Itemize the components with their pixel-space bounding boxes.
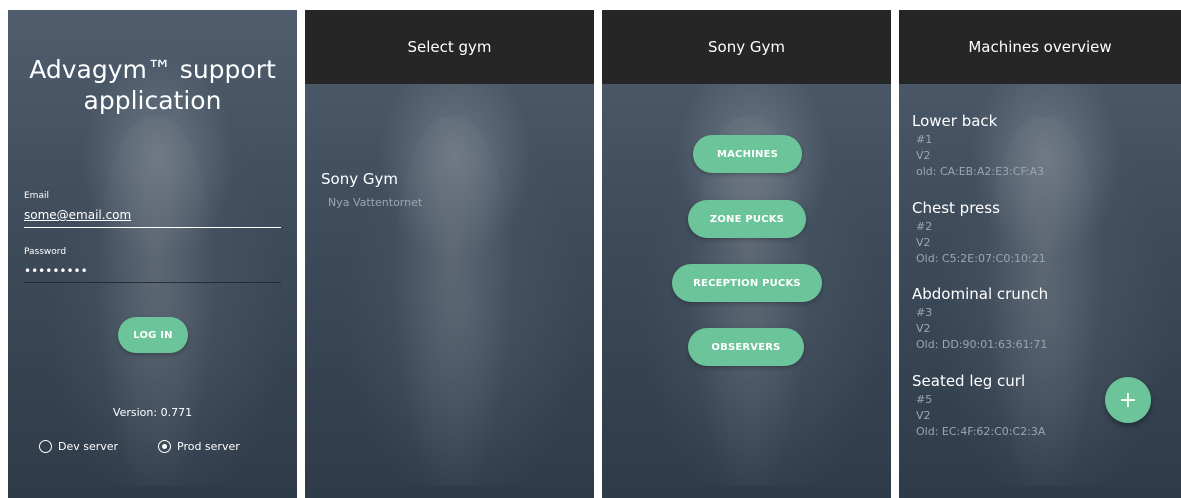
zone-pucks-button[interactable]: ZONE PUCKS bbox=[688, 200, 806, 238]
select-gym-title: Select gym bbox=[407, 38, 492, 56]
machine-old-address: Old: DD:90:01:63:61:71 bbox=[916, 338, 1048, 351]
machine-item[interactable]: Seated leg curl #5 V2 Old: EC:4F:62:C0:C… bbox=[912, 372, 1045, 440]
plus-icon: + bbox=[1118, 387, 1138, 413]
password-label: Password bbox=[24, 247, 67, 257]
password-underline bbox=[24, 282, 281, 283]
dev-server-label: Dev server bbox=[58, 440, 119, 453]
machine-version: V2 bbox=[916, 322, 931, 335]
gym-menu-title: Sony Gym bbox=[708, 38, 785, 56]
prod-server-option[interactable]: Prod server bbox=[158, 436, 240, 455]
gym-menu-screen: Sony Gym MACHINES ZONE PUCKS RECEPTION P… bbox=[602, 10, 891, 498]
machines-title: Machines overview bbox=[968, 38, 1112, 56]
machine-name: Seated leg curl bbox=[912, 372, 1026, 390]
machine-number: #2 bbox=[916, 220, 933, 233]
machine-item[interactable]: Abdominal crunch #3 V2 Old: DD:90:01:63:… bbox=[912, 285, 1048, 353]
gym-location: Nya Vattentornet bbox=[328, 196, 423, 209]
email-label: Email bbox=[24, 191, 49, 201]
prod-server-label: Prod server bbox=[177, 440, 240, 453]
machine-name: Abdominal crunch bbox=[912, 285, 1049, 303]
password-field[interactable]: ••••••••• bbox=[24, 264, 88, 278]
app-title: Advagym™ support application bbox=[29, 55, 276, 115]
login-screen: Advagym™ support application Email some@… bbox=[8, 10, 297, 498]
email-field[interactable]: some@email.com bbox=[24, 208, 131, 222]
machine-old-address: old: CA:EB:A2:E3:CF:A3 bbox=[916, 165, 1045, 178]
add-machine-button[interactable]: + bbox=[1105, 377, 1151, 423]
machines-screen: Machines overview Lower back #1 V2 old: … bbox=[899, 10, 1181, 498]
machines-appbar: Machines overview bbox=[899, 10, 1181, 84]
machine-version: V2 bbox=[916, 149, 931, 162]
select-gym-screen: Select gym Sony Gym Nya Vattentornet bbox=[305, 10, 594, 498]
dev-server-option[interactable]: Dev server bbox=[39, 436, 118, 455]
machine-version: V2 bbox=[916, 236, 931, 249]
reception-pucks-button[interactable]: RECEPTION PUCKS bbox=[672, 264, 822, 302]
machine-old-address: Old: C5:2E:07:C0:10:21 bbox=[916, 252, 1046, 265]
machine-old-address: Old: EC:4F:62:C0:C2:3A bbox=[916, 425, 1046, 438]
gym-name: Sony Gym bbox=[321, 170, 398, 188]
gym-list-item[interactable]: Sony Gym Nya Vattentornet bbox=[321, 170, 422, 209]
login-button[interactable]: LOG IN bbox=[118, 317, 188, 353]
machine-number: #1 bbox=[916, 133, 933, 146]
machine-name: Lower back bbox=[912, 112, 998, 130]
gym-menu-appbar: Sony Gym bbox=[602, 10, 891, 84]
select-gym-appbar: Select gym bbox=[305, 10, 594, 84]
machines-button[interactable]: MACHINES bbox=[693, 135, 802, 173]
machine-number: #3 bbox=[916, 306, 933, 319]
email-underline bbox=[24, 227, 281, 228]
machine-name: Chest press bbox=[912, 199, 1000, 217]
machine-number: #5 bbox=[916, 393, 933, 406]
version-text: Version: 0.771 bbox=[112, 406, 193, 419]
machine-item[interactable]: Chest press #2 V2 Old: C5:2E:07:C0:10:21 bbox=[912, 199, 1046, 267]
machine-version: V2 bbox=[916, 409, 931, 422]
observers-button[interactable]: OBSERVERS bbox=[688, 328, 804, 366]
prod-server-radio[interactable] bbox=[158, 440, 171, 453]
machine-item[interactable]: Lower back #1 V2 old: CA:EB:A2:E3:CF:A3 bbox=[912, 112, 1044, 180]
dev-server-radio[interactable] bbox=[39, 440, 52, 453]
